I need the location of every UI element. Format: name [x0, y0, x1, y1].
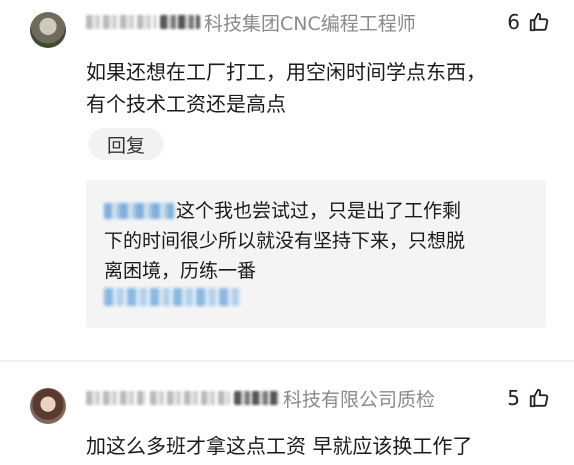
comment-author-title[interactable]: 科技集团CNC编程工程师	[86, 10, 416, 35]
redacted-reply-author[interactable]	[104, 203, 174, 219]
comment-author-title[interactable]: 科技有限公司质检	[86, 386, 436, 411]
reply-text-line: 这个我也尝试过，只是出了工作剩	[176, 200, 462, 222]
redacted-username	[86, 391, 146, 405]
reply-text-line: 离困境，历练一番	[104, 260, 257, 282]
avatar[interactable]	[30, 388, 66, 424]
like-control[interactable]: 5	[507, 386, 550, 410]
like-count: 5	[507, 386, 520, 410]
reply-text: 这个我也尝试过，只是出了工作剩 下的时间很少所以就没有坚持下来，只想脱 离困境，…	[104, 196, 528, 286]
redacted-username	[86, 15, 156, 29]
comment-text-line: 加这么多班才拿这点工资 早就应该换工作了	[86, 434, 473, 458]
like-count: 6	[507, 10, 520, 34]
reply-thread[interactable]: 这个我也尝试过，只是出了工作剩 下的时间很少所以就没有坚持下来，只想脱 离困境，…	[86, 180, 546, 328]
comment-text: 加这么多班才拿这点工资 早就应该换工作了	[86, 430, 554, 462]
author-title-text: 科技集团CNC编程工程师	[204, 12, 416, 35]
redacted-username	[160, 15, 200, 29]
reply-button[interactable]: 回复	[88, 128, 164, 160]
redacted-username	[234, 391, 279, 405]
comment-text-line: 有个技术工资还是高点	[86, 92, 286, 116]
thumbs-up-icon[interactable]	[528, 387, 550, 409]
like-control[interactable]: 6	[507, 10, 550, 34]
redacted-username	[150, 391, 230, 405]
reply-text-line: 下的时间很少所以就没有坚持下来，只想脱	[104, 230, 466, 252]
redacted-more-replies-link[interactable]	[104, 288, 240, 306]
comment-text-line: 如果还想在工厂打工，用空闲时间学点东西，	[86, 60, 486, 84]
comment-text: 如果还想在工厂打工，用空闲时间学点东西， 有个技术工资还是高点	[86, 56, 554, 120]
author-title-text: 科技有限公司质检	[283, 388, 436, 411]
thumbs-up-icon[interactable]	[528, 11, 550, 33]
avatar[interactable]	[30, 12, 66, 48]
